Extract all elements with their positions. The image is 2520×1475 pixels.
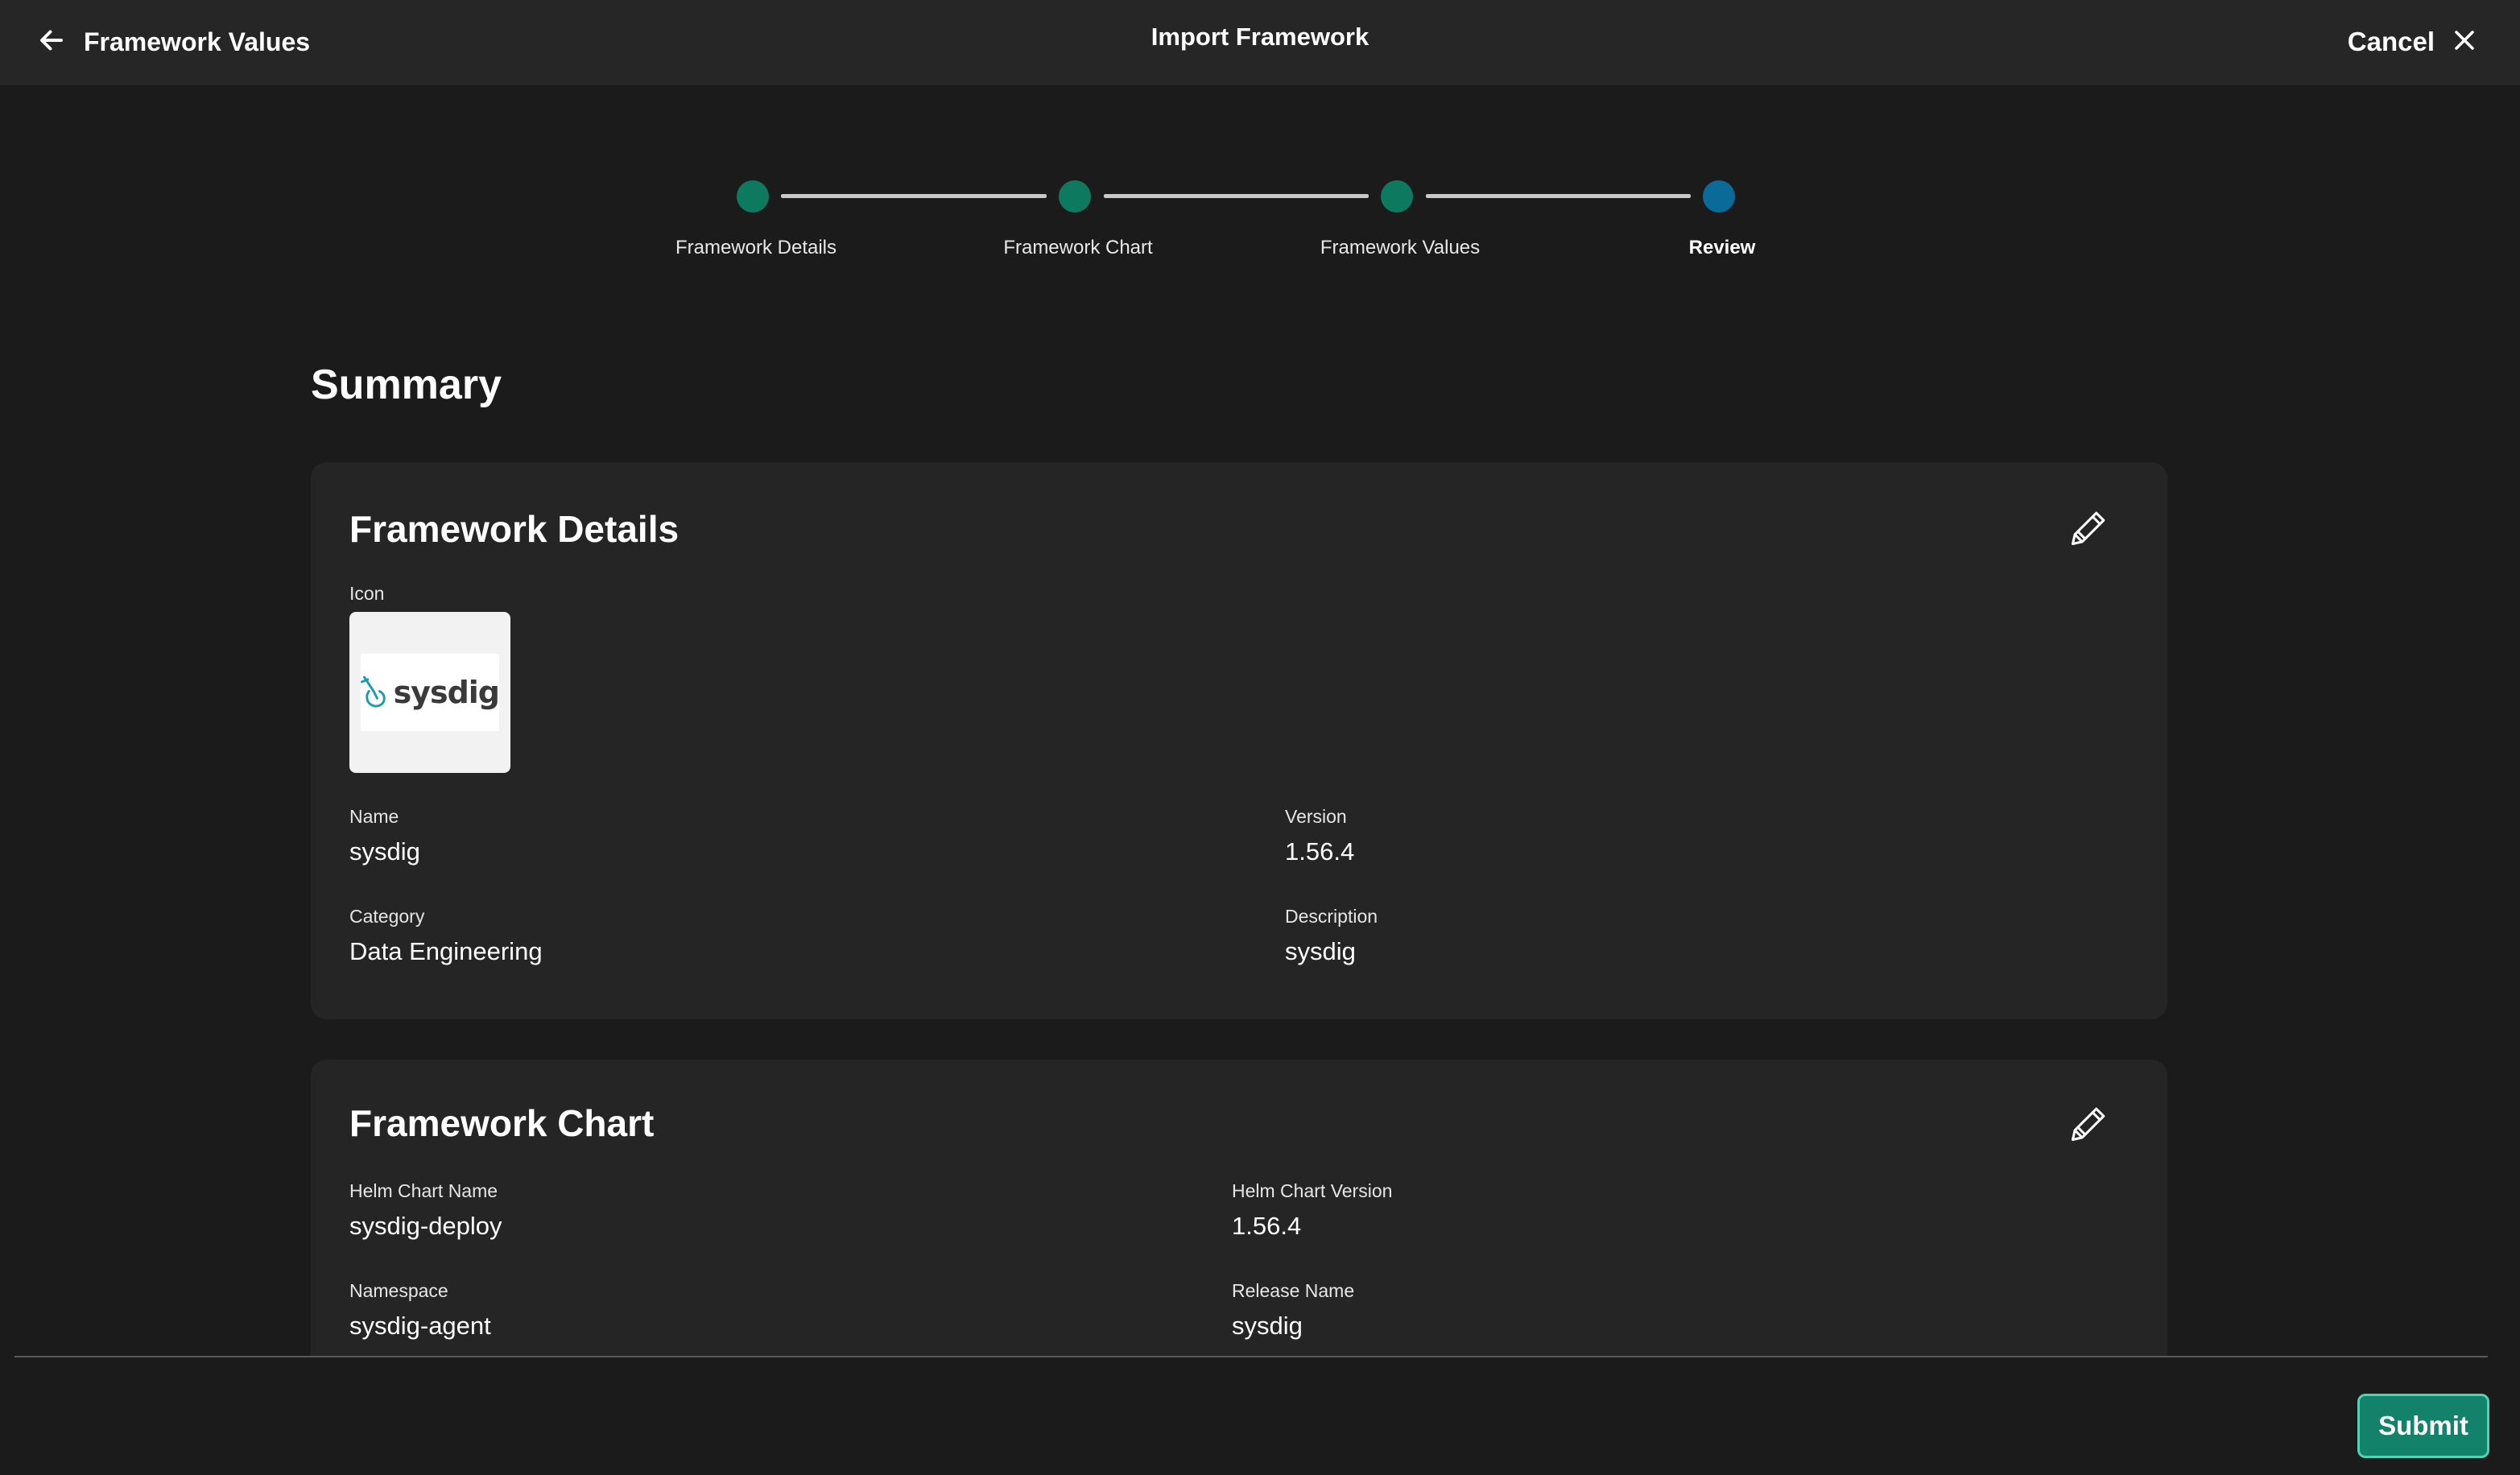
progress-stepper: Framework Details Framework Chart Framew… [0, 0, 2520, 274]
step-connector [781, 194, 1047, 198]
step-dot-framework-chart[interactable] [1059, 180, 1091, 213]
footer-divider [14, 1356, 2488, 1357]
step-dot-review[interactable] [1703, 180, 1735, 213]
edit-framework-chart-button[interactable] [2064, 1101, 2113, 1150]
helm-chart-name-value: sysdig-deploy [349, 1212, 502, 1240]
sysdig-logo-text: sysdig [393, 675, 500, 710]
helm-chart-version-value: 1.56.4 [1232, 1212, 1302, 1240]
step-dot-framework-details[interactable] [737, 180, 769, 213]
namespace-value: sysdig-agent [349, 1312, 491, 1340]
version-label: Version [1285, 806, 1347, 827]
step-label-framework-values: Framework Values [1320, 237, 1481, 258]
version-value: 1.56.4 [1285, 837, 1355, 866]
icon-label: Icon [349, 583, 385, 604]
category-label: Category [349, 906, 425, 927]
pencil-icon [2068, 1103, 2109, 1149]
category-value: Data Engineering [349, 937, 543, 965]
helm-chart-name-label: Helm Chart Name [349, 1180, 498, 1201]
release-name-label: Release Name [1232, 1280, 1355, 1301]
step-connector [1426, 194, 1691, 198]
step-label-framework-details: Framework Details [675, 237, 837, 258]
name-label: Name [349, 806, 399, 827]
summary-heading: Summary [311, 362, 502, 408]
step-label-review: Review [1688, 237, 1756, 258]
framework-chart-card: Framework Chart Helm Chart Name sysdig-d… [311, 1060, 2167, 1398]
framework-icon-preview: sysdig [349, 612, 510, 773]
pencil-icon [2068, 507, 2109, 553]
framework-details-card: Framework Details Icon sysdig Name sysdi… [311, 462, 2167, 1019]
footer-bar [0, 1357, 2520, 1475]
description-label: Description [1285, 906, 1378, 927]
submit-button[interactable]: Submit [2357, 1394, 2489, 1458]
release-name-value: sysdig [1232, 1312, 1303, 1340]
step-connector [1104, 194, 1369, 198]
framework-details-title: Framework Details [349, 508, 680, 550]
step-dot-framework-values[interactable] [1381, 180, 1413, 213]
sysdig-logo: sysdig [361, 654, 500, 731]
step-label-framework-chart: Framework Chart [1003, 237, 1153, 258]
edit-framework-details-button[interactable] [2064, 506, 2113, 554]
namespace-label: Namespace [349, 1280, 448, 1301]
sysdig-shovel-icon [361, 676, 386, 708]
helm-chart-version-label: Helm Chart Version [1232, 1180, 1393, 1201]
description-value: sysdig [1285, 937, 1356, 965]
framework-chart-title: Framework Chart [349, 1102, 655, 1144]
name-value: sysdig [349, 837, 420, 866]
